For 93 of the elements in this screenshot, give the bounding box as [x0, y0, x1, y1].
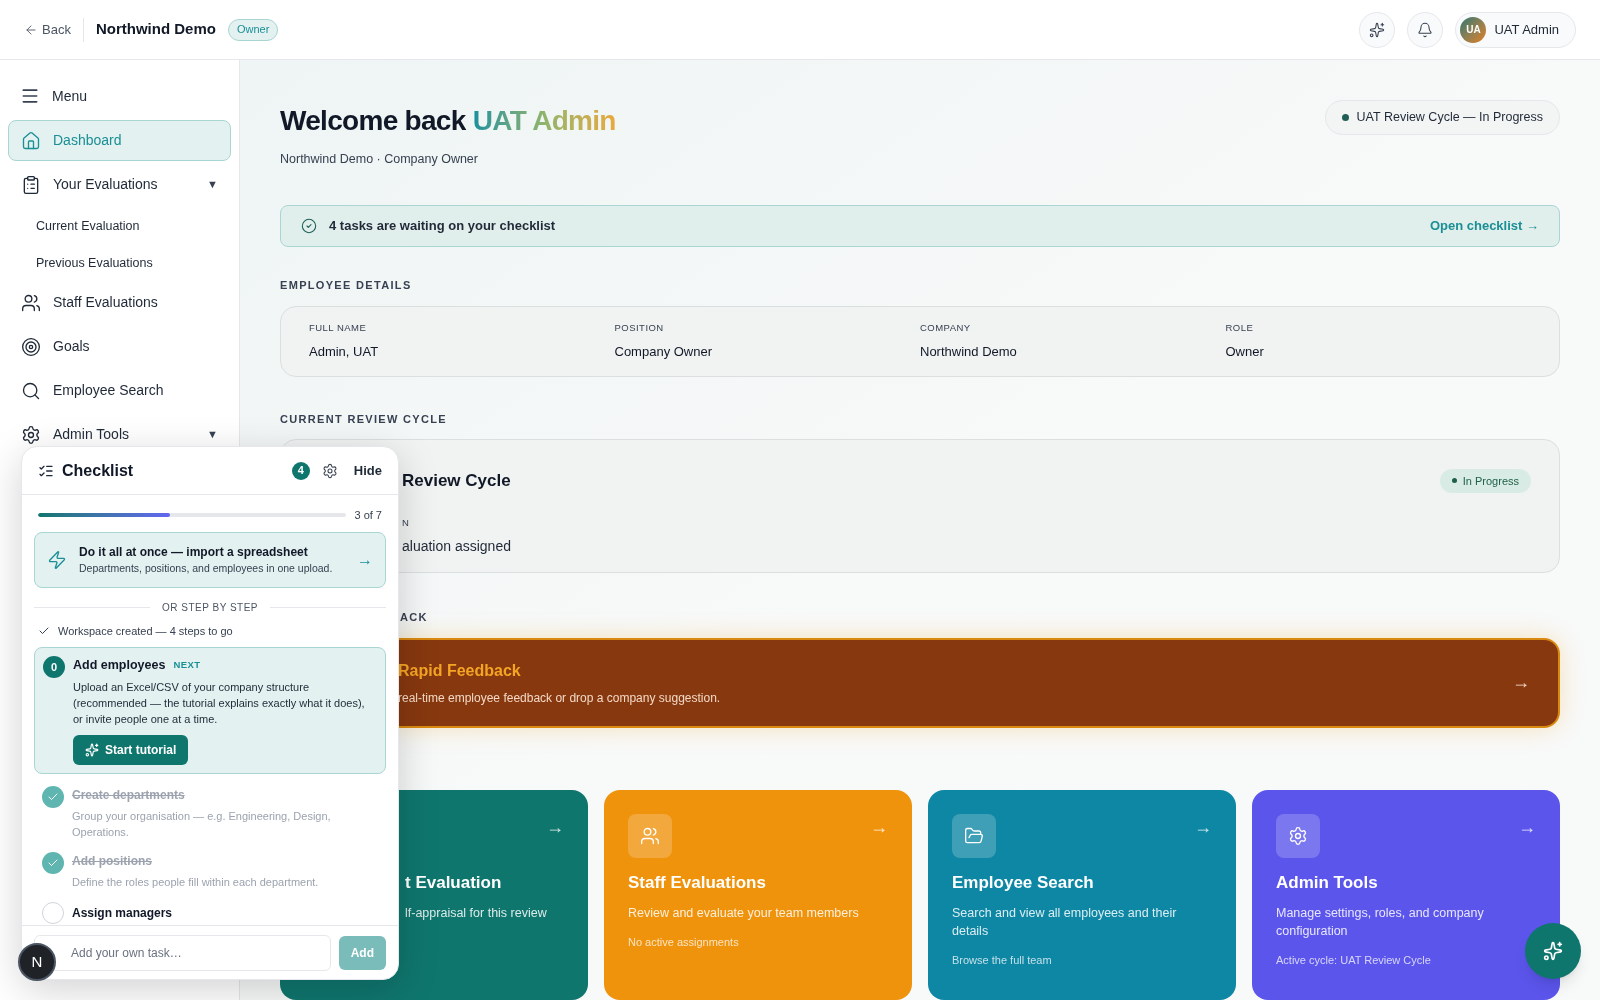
arrow-icon: → [1194, 814, 1212, 841]
cycle-status-pill: UAT Review Cycle — In Progress [1324, 100, 1560, 135]
sparkle-icon [1369, 21, 1386, 38]
field-value: Northwind Demo [920, 342, 1018, 361]
step-description: Upload an Excel/CSV of your company structure (recommended — the tutorial explains exactly what it does), or invite people one at a time. [73, 679, 366, 727]
checklist-title: Checklist [62, 460, 134, 481]
card-description: Manage settings, roles, and company configuration [1276, 904, 1485, 940]
status-badge: In Progress [1439, 468, 1531, 493]
field-value: aluation assigned [402, 536, 512, 556]
import-title: Do it all at once — import a spreadsheet [79, 543, 309, 561]
progress-label: 3 of 7 [354, 508, 382, 523]
sparkle-icon [85, 742, 99, 757]
import-description: Departments, positions, and employees in one upload. [79, 560, 334, 576]
sidebar-icon [21, 336, 41, 357]
card-description: Review and evaluate your team members [628, 904, 860, 922]
card-title: Employee Search [952, 872, 1095, 894]
sidebar-item[interactable]: Staff Evaluations [8, 282, 231, 323]
caret-icon: ▼ [207, 426, 218, 443]
sidebar-item[interactable]: Admin Tools ▼ [8, 414, 231, 455]
sidebar-icon [21, 380, 41, 401]
field-value: Company Owner [614, 342, 714, 361]
field-label: FULL NAME [309, 321, 368, 336]
card-icon [952, 814, 996, 858]
next-tag: NEXT [173, 658, 201, 673]
card-title: Admin Tools [1276, 872, 1379, 894]
settings-icon[interactable] [321, 462, 338, 479]
menu-icon[interactable] [20, 86, 40, 106]
start-tutorial-button[interactable]: Start tutorial [73, 734, 189, 765]
feedback-title: Rapid Feedback [398, 660, 522, 681]
bell-icon [1417, 21, 1434, 38]
field-label: POSITION [614, 321, 665, 336]
sparkle-button[interactable] [1359, 11, 1396, 48]
import-card[interactable]: Do it all at once — import a spreadsheet Departments, positions, and employees in one upload. → [34, 531, 386, 588]
arrow-icon: → [1518, 814, 1536, 841]
card-description: lf-appraisal for this review [405, 904, 548, 922]
user-avatar: UA [1460, 16, 1487, 43]
field-value: Owner [1225, 342, 1265, 361]
arrow-icon: → [357, 547, 373, 572]
feature-card[interactable]: → Admin Tools Manage settings, roles, and company configuration Active cycle: UAT Review Cycle [1252, 790, 1560, 1000]
menu-label: Menu [52, 86, 88, 106]
sidebar-item[interactable]: Your Evaluations ▼ [8, 164, 231, 205]
done-check-icon [42, 785, 64, 808]
feedback-description: real-time employee feedback or drop a company suggestion. [398, 689, 721, 707]
banner-text: 4 tasks are waiting on your checklist [329, 217, 556, 236]
sidebar-subitem[interactable]: Previous Evaluations [8, 245, 231, 282]
back-link[interactable]: Back [24, 19, 71, 40]
arrow-icon: → [870, 814, 888, 841]
step-title: Add positions [72, 852, 153, 870]
card-footer: Browse the full team [952, 951, 1212, 968]
hide-button[interactable]: Hide [353, 460, 382, 481]
sidebar-item[interactable]: Employee Search [8, 370, 231, 411]
field-value: Admin, UAT [309, 342, 380, 361]
check-circle-icon [301, 218, 317, 234]
sidebar-icon [21, 130, 41, 151]
divider-label: OR STEP BY STEP [161, 600, 259, 615]
card-title: t Evaluation [405, 872, 503, 894]
user-menu-button[interactable]: UA UAT Admin [1455, 11, 1576, 48]
sidebar-icon [21, 424, 41, 445]
sidebar-item[interactable]: Goals [8, 326, 231, 367]
count-badge: 4 [291, 461, 310, 480]
step-title: Add employees [73, 657, 166, 674]
card-footer: Active cycle: UAT Review Cycle [1276, 951, 1536, 968]
welcome-subtitle: Northwind Demo · Company Owner [280, 151, 479, 168]
step-title: Assign managers [72, 904, 173, 922]
card-footer: No active assignments [628, 933, 888, 950]
field-label: N [402, 515, 411, 530]
welcome-heading: Welcome back UAT Admin [280, 104, 616, 138]
sidebar-subitem[interactable]: Current Evaluation [8, 208, 231, 245]
section-heading: CURRENT REVIEW CYCLE [280, 411, 448, 427]
cycle-title: Review Cycle [402, 470, 511, 493]
lightning-icon [47, 549, 67, 570]
notifications-button[interactable] [1407, 11, 1444, 48]
role-badge: Owner [227, 18, 279, 41]
arrow-icon: → [1512, 669, 1530, 697]
card-icon [628, 814, 672, 858]
arrow-icon: → [546, 814, 564, 841]
card-icon [1276, 814, 1320, 858]
card-title: Staff Evaluations [628, 872, 767, 894]
field-label: ROLE [1225, 321, 1255, 336]
step-title: Create departments [72, 786, 186, 804]
sparkle-icon [1543, 941, 1563, 961]
done-check-icon [42, 851, 64, 874]
section-heading: EMPLOYEE DETAILS [280, 278, 413, 294]
section-heading: ACK [399, 610, 429, 626]
sidebar-icon [21, 174, 41, 195]
feature-card[interactable]: → Employee Search Search and view all employees and their details Browse the full team [928, 790, 1236, 1000]
sidebar-icon [21, 292, 41, 313]
company-name: Northwind Demo [95, 19, 216, 40]
step-number: 0 [43, 656, 65, 678]
summary-text: Workspace created — 4 steps to go [58, 623, 233, 639]
card-description: Search and view all employees and their details [952, 904, 1178, 940]
caret-icon: ▼ [207, 176, 218, 193]
field-label: COMPANY [920, 321, 972, 336]
